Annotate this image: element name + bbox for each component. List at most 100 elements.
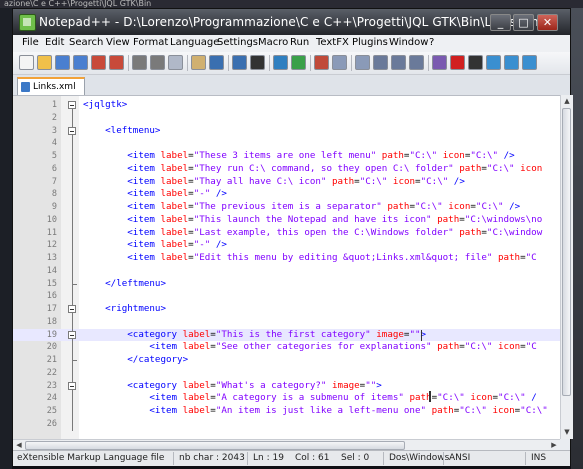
zoom-out-icon[interactable] [314,55,329,70]
fold-toggle-icon[interactable] [68,381,76,390]
menu-window[interactable]: Window [389,37,428,48]
scroll-down-arrow-icon[interactable]: ▼ [562,427,572,438]
code-line[interactable]: 20 <item label="See other categories for… [13,341,560,354]
menu-textfx[interactable]: TextFX [316,37,349,48]
code-line[interactable]: 11 <item label="Last example, this open … [13,226,560,240]
token-attr: label [160,239,189,251]
fold-toggle-icon[interactable] [68,330,76,339]
macro-play-icon[interactable] [486,55,501,70]
fold-line [72,213,73,227]
code-line[interactable]: 1 <jqlgtk> [13,99,560,112]
code-editor[interactable]: 1 <jqlgtk> 2 3 <leftmenu> 4 5 <item label="Th… [13,95,560,440]
menu-format[interactable]: Format [133,37,168,48]
macro-run-multiple-icon[interactable] [504,55,519,70]
macro-stop-icon[interactable] [468,55,483,70]
fold-toggle-icon[interactable] [68,101,76,109]
code-line[interactable]: 15 </leftmenu> [13,277,560,291]
fold-toggle-icon[interactable] [68,305,76,313]
save-icon[interactable] [55,55,70,70]
all-chars-icon[interactable] [391,55,406,70]
sync-v-icon[interactable] [332,55,347,70]
notepad-app-icon[interactable] [19,14,36,31]
code-line[interactable]: 22 [13,366,560,380]
code-line[interactable]: 18 [13,315,560,329]
token-tag: </category> [127,354,189,365]
redo-icon[interactable] [232,55,247,70]
paste-icon[interactable] [191,55,206,70]
menu-language[interactable]: Language [170,37,219,48]
vertical-scrollbar[interactable]: ▲ ▼ [560,95,573,439]
menu-settings[interactable]: Settings [217,37,258,48]
code-line[interactable]: 2 [13,111,560,125]
code-line[interactable]: 13 <item label="Edit this menu by editin… [13,252,560,265]
token-val: "This is the first category" [215,328,371,340]
find-icon[interactable] [250,55,265,70]
code-line[interactable]: 24 <item label="A category is a submenu … [13,392,560,405]
code-line[interactable]: 6 <item label="They run C:\ command, so … [13,162,560,176]
indent-guide-icon[interactable] [409,55,424,70]
user-lang-icon[interactable] [432,55,447,70]
token-val: "C:\" [420,175,449,187]
fold-line [72,315,73,329]
minimize-button[interactable]: _ [490,14,511,31]
token-tag: /> [210,239,227,251]
save-all-icon[interactable] [73,55,88,70]
code-line[interactable]: 25 <item label="An item is just like a l… [13,405,560,418]
code-line[interactable]: 23 <category label="What's a category?" … [13,379,560,393]
horizontal-scroll-thumb[interactable] [25,441,405,450]
code-line[interactable]: 10 <item label="This launch the Notepad … [13,213,560,227]
code-line[interactable]: 16 [13,290,560,303]
token-val: "-" [193,188,211,200]
code-line[interactable]: 4 [13,137,560,150]
code-text: <item label="A category is a submenu of … [83,392,536,405]
wrap-icon[interactable] [373,55,388,70]
code-line[interactable]: 5 <item label="These 3 items are one lef… [13,150,560,163]
fold-toggle-icon[interactable] [68,126,76,135]
macro-record-icon[interactable] [450,55,465,70]
code-line[interactable]: 7 <item label="Thay all have C:\ icon" p… [13,175,560,189]
menu-run[interactable]: Run [290,37,309,48]
code-line[interactable]: 21 </category> [13,354,560,367]
replace-icon[interactable] [273,55,288,70]
vertical-scroll-thumb[interactable] [562,108,571,396]
close-all-icon[interactable] [109,55,124,70]
line-number: 8 [51,189,57,200]
background-window-title: azione\C e C++\Progetti\JQL GTK\Bin [0,0,583,8]
code-line[interactable]: 9 <item label="The previous item is a se… [13,201,560,214]
menu-plugins[interactable]: Plugins [352,37,388,48]
close-icon[interactable] [91,55,106,70]
maximize-button[interactable]: □ [513,14,534,31]
undo-icon[interactable] [209,55,224,70]
tab-links-xml[interactable]: Links.xml [17,77,85,95]
code-line[interactable]: 26 [13,417,560,431]
sync-h-icon[interactable] [355,55,370,70]
code-line[interactable]: 12 <item label="-" /> [13,239,560,252]
new-file-icon[interactable] [19,55,34,70]
code-line[interactable]: 3 <leftmenu> [13,124,560,138]
menu-edit[interactable]: Edit [45,37,64,48]
menu-macro[interactable]: Macro [258,37,288,48]
open-file-icon[interactable] [37,55,52,70]
copy-icon[interactable] [168,55,183,70]
menu-view[interactable]: View [106,37,130,48]
zoom-in-icon[interactable] [291,55,306,70]
menu-file[interactable]: File [22,37,39,48]
code-line[interactable]: 17 <rightmenu> [13,303,560,316]
code-text: </leftmenu> [83,278,166,291]
menu-search[interactable]: Search [69,37,103,48]
cut-icon[interactable] [150,55,165,70]
scroll-up-arrow-icon[interactable]: ▲ [562,96,572,107]
close-button[interactable]: ✕ [537,14,558,31]
macro-save-icon[interactable] [522,55,537,70]
code-line[interactable]: 8 <item label="-" /> [13,188,560,201]
title-bar[interactable]: Notepad++ - D:\Lorenzo\Programmazione\C … [13,9,570,35]
menu-help[interactable]: ? [429,37,434,48]
line-number: 3 [51,125,57,136]
print-icon[interactable] [132,55,147,70]
code-line[interactable]: 19 <category label="This is the first ca… [13,328,560,342]
code-line[interactable]: 14 [13,264,560,278]
